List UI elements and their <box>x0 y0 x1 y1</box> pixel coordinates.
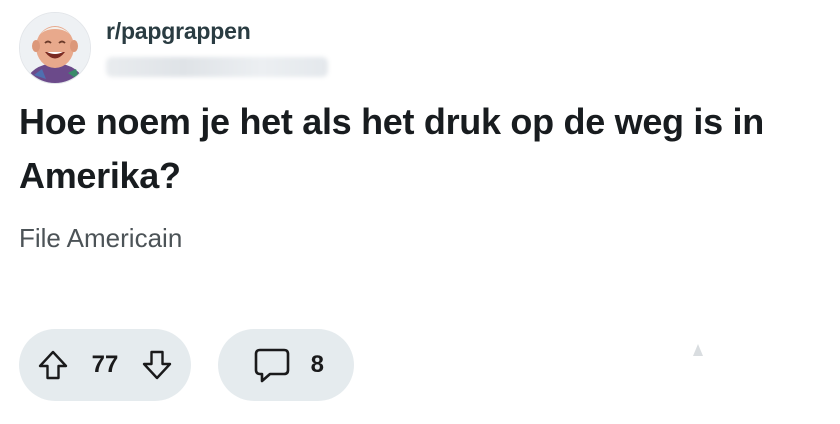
comment-count: 8 <box>310 351 324 378</box>
speech-bubble-icon <box>254 348 290 383</box>
comments-button[interactable]: 8 <box>218 329 354 401</box>
post-card: r/papgrappen Hoe noem je het als het dru… <box>0 0 840 424</box>
vote-bar: 77 <box>19 329 191 401</box>
redacted-username <box>106 57 328 77</box>
cursor-icon <box>693 344 703 356</box>
vote-count: 77 <box>91 351 119 378</box>
upvote-button[interactable] <box>33 345 73 385</box>
subreddit-name[interactable]: r/papgrappen <box>106 17 328 45</box>
downvote-button[interactable] <box>137 345 177 385</box>
post-actions: 77 8 <box>19 329 354 401</box>
post-title[interactable]: Hoe noem je het als het druk op de weg i… <box>19 95 834 203</box>
arrow-up-icon <box>38 350 68 380</box>
subreddit-avatar[interactable] <box>19 12 91 84</box>
post-header: r/papgrappen <box>19 12 328 84</box>
post-body: File Americain <box>19 223 183 253</box>
arrow-down-icon <box>142 350 172 380</box>
post-meta: r/papgrappen <box>106 17 328 77</box>
